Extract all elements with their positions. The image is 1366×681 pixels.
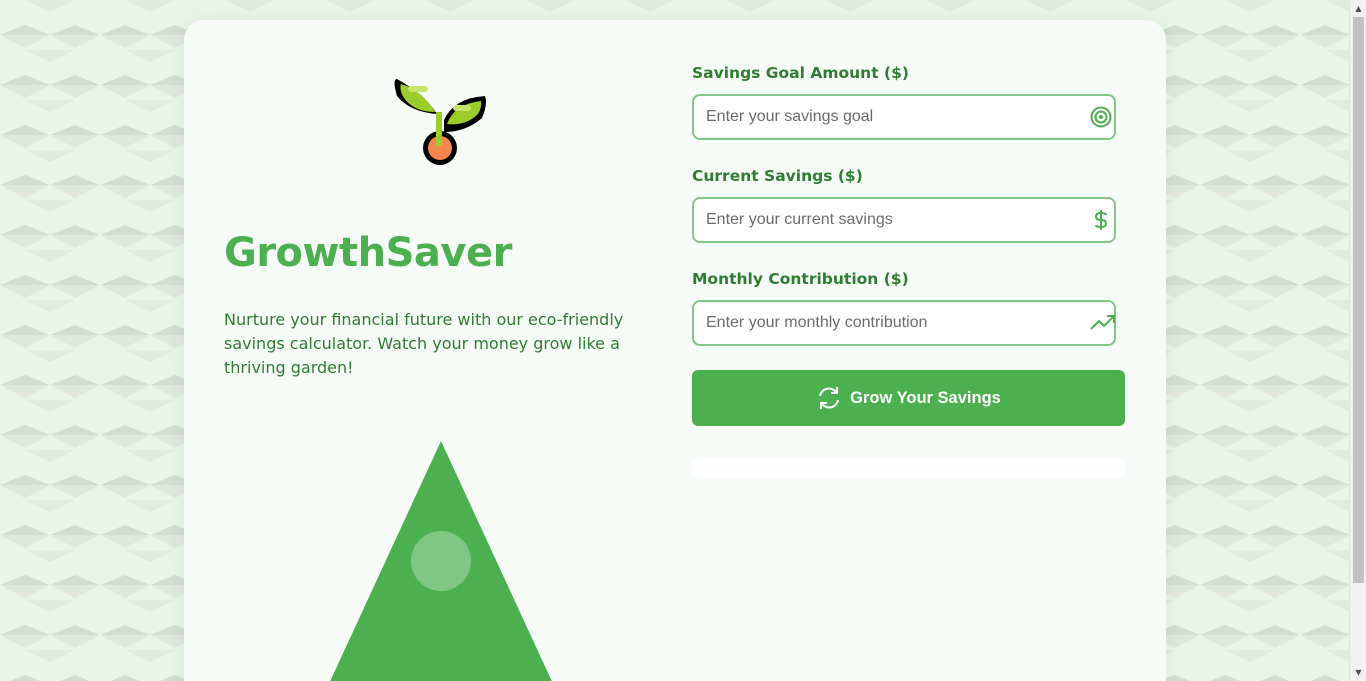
vertical-scrollbar[interactable]: ▲ ▼ [1349, 0, 1366, 681]
grow-savings-label: Grow Your Savings [850, 388, 1001, 407]
target-icon [1090, 106, 1112, 128]
scrollbar-thumb[interactable] [1353, 17, 1364, 583]
savings-form: Savings Goal Amount ($) Current Savings … [692, 20, 1132, 681]
scroll-up-arrow-icon[interactable]: ▲ [1350, 0, 1366, 17]
brand-title: GrowthSaver [224, 230, 512, 276]
current-field [692, 197, 1116, 243]
refresh-icon [816, 385, 842, 411]
goal-field [692, 94, 1116, 140]
current-input[interactable] [694, 199, 1074, 241]
monthly-label: Monthly Contribution ($) [692, 270, 909, 288]
tree-illustration [321, 441, 561, 681]
goal-label: Savings Goal Amount ($) [692, 64, 909, 82]
goal-input[interactable] [694, 96, 1074, 138]
calculator-card: GrowthSaver Nurture your financial futur… [184, 20, 1166, 681]
result-panel [692, 457, 1125, 479]
trending-up-icon [1090, 312, 1115, 334]
monthly-field [692, 300, 1116, 346]
current-label: Current Savings ($) [692, 167, 863, 185]
grow-savings-button[interactable]: Grow Your Savings [692, 370, 1125, 426]
dollar-icon [1090, 209, 1112, 231]
monthly-input[interactable] [694, 302, 1074, 344]
sprout-logo-icon [394, 74, 488, 168]
tagline: Nurture your financial future with our e… [224, 310, 624, 377]
scroll-down-arrow-icon[interactable]: ▼ [1350, 664, 1366, 681]
